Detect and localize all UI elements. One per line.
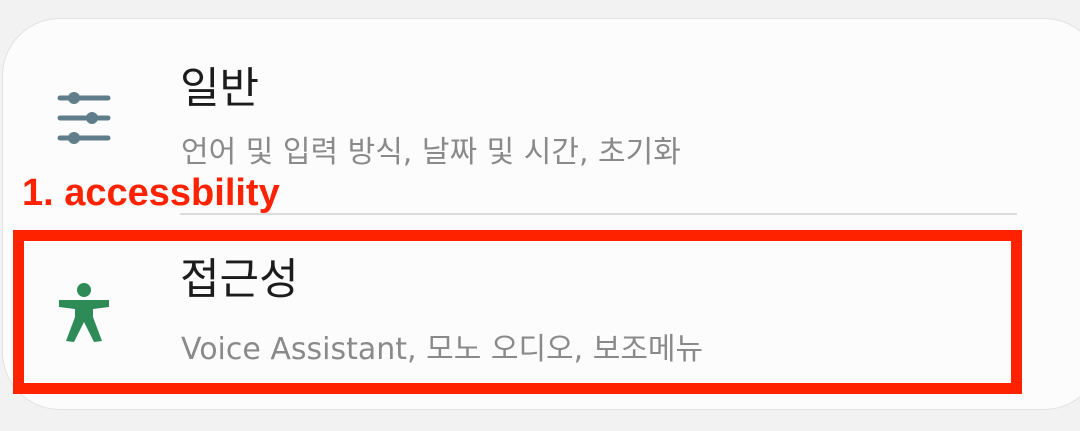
screen: 일반 언어 및 입력 방식, 날짜 및 시간, 초기화 접근성 Voice As… [0, 0, 1080, 431]
annotation-highlight-box [13, 230, 1022, 394]
settings-item-title: 일반 [180, 64, 260, 114]
annotation-label: 1. accessbility [22, 172, 280, 214]
sliders-icon [57, 90, 111, 146]
divider [180, 213, 1017, 215]
settings-item-subtitle: 언어 및 입력 방식, 날짜 및 시간, 초기화 [181, 135, 681, 170]
